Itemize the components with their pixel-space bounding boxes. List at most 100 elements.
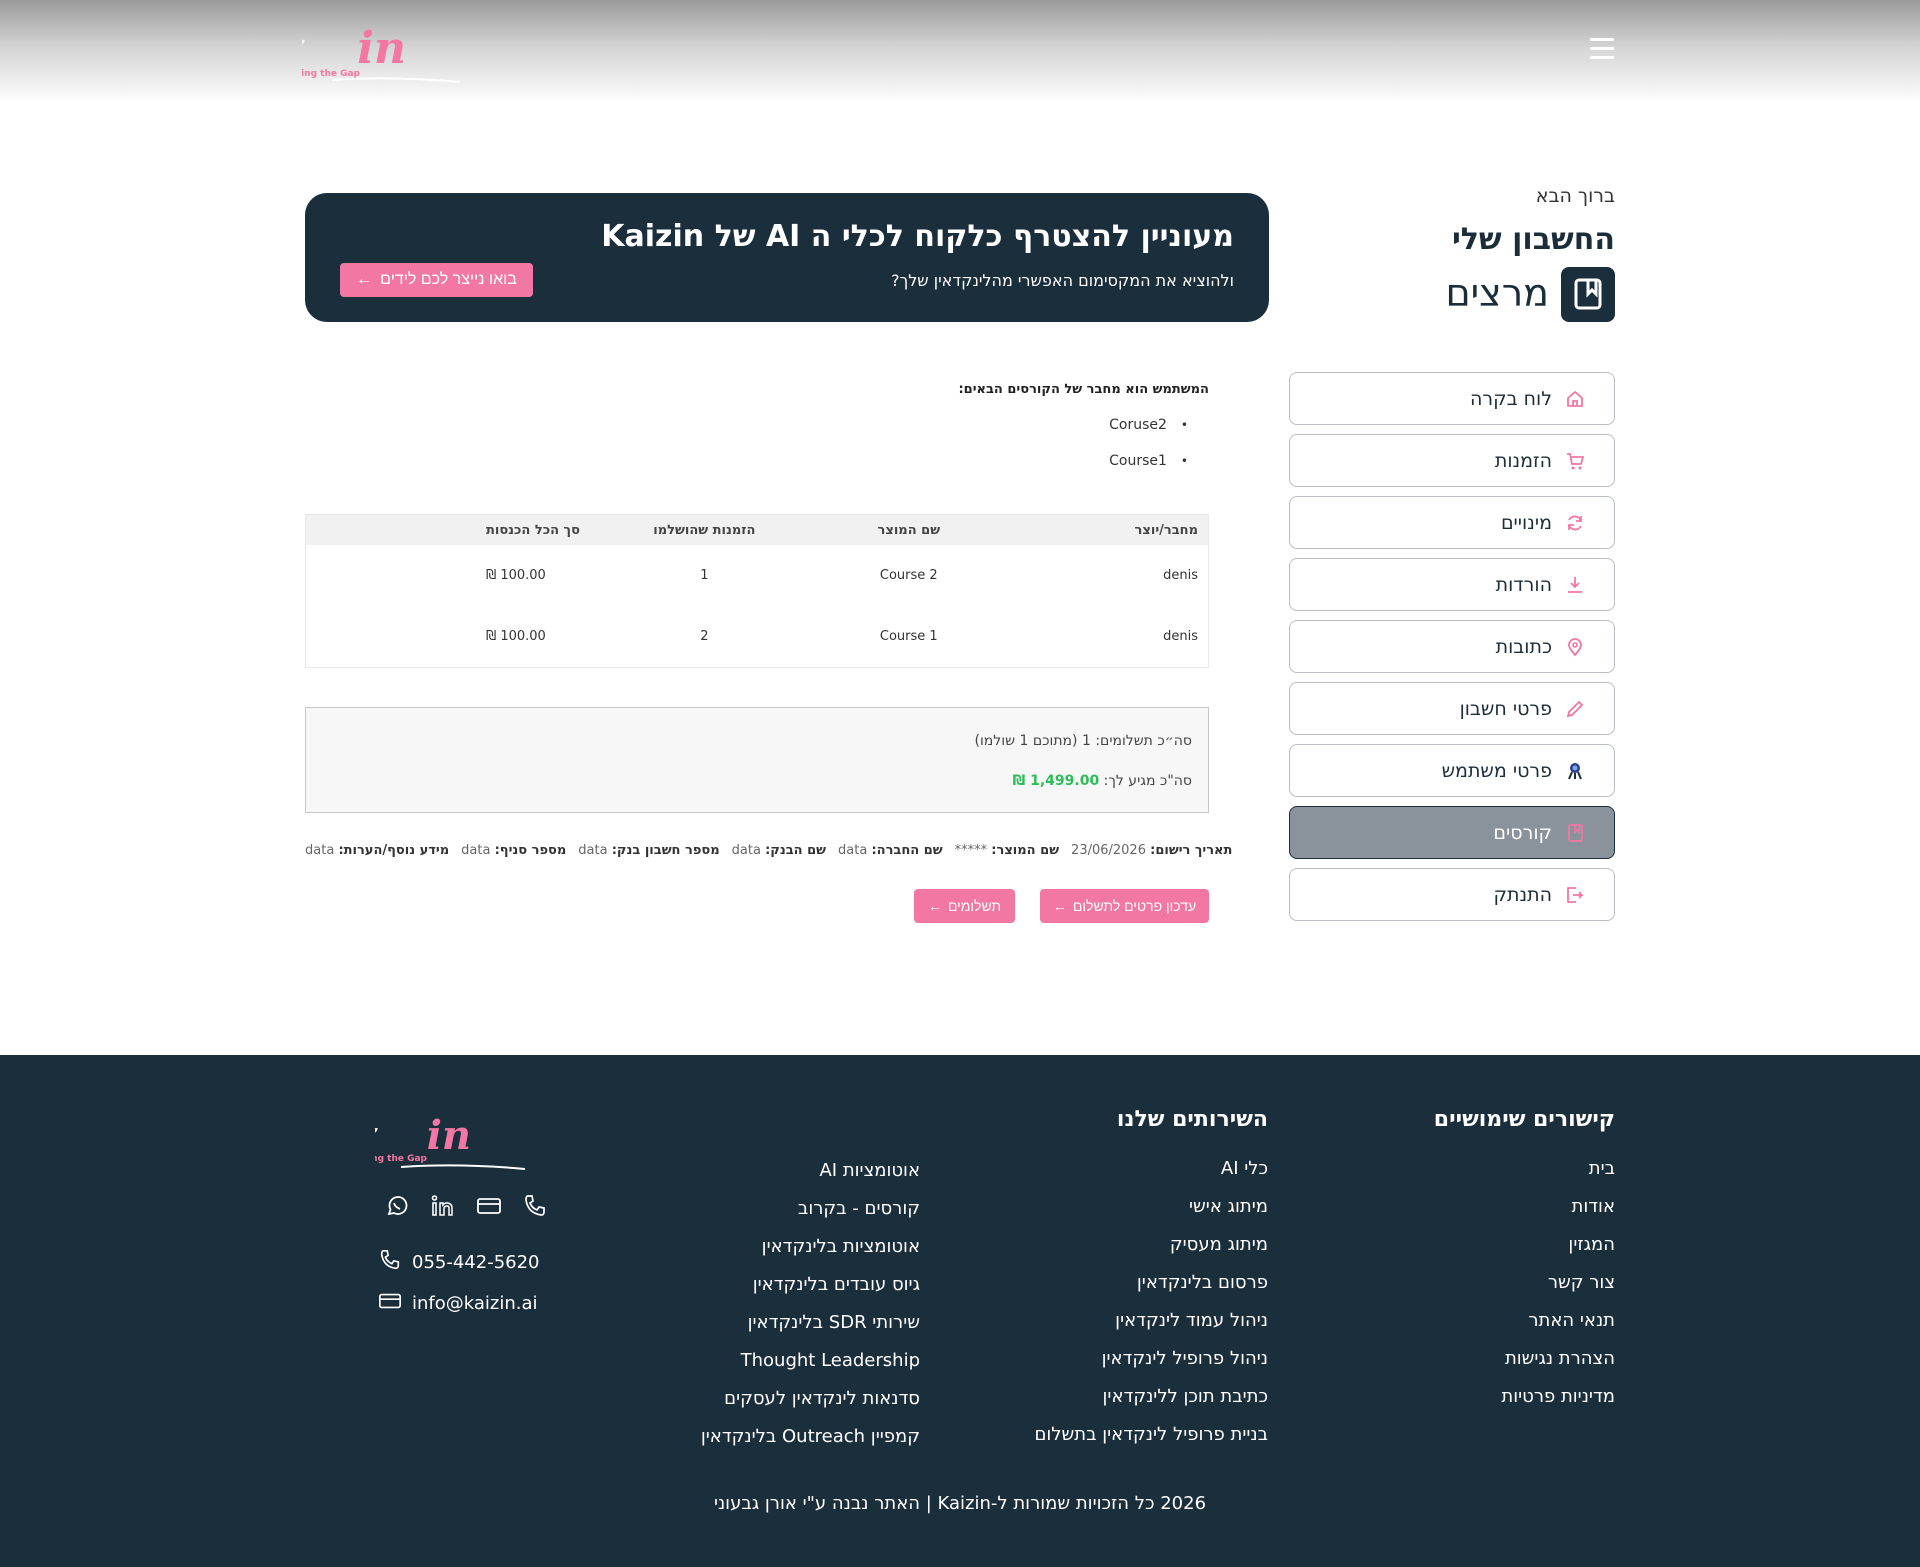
footer-link-about[interactable]: אודות — [1355, 1188, 1616, 1226]
svg-text:Closing the Gap: Closing the Gap — [302, 69, 361, 79]
site-footer: קישורים שימושיים בית אודות המגזין צור קש… — [0, 1055, 1920, 1567]
phone-number: 055-442-5620 — [412, 1252, 540, 1273]
footer-link-contact[interactable]: צור קשר — [1355, 1264, 1615, 1302]
download-icon — [1564, 574, 1586, 596]
whatsapp-icon[interactable] — [384, 1193, 410, 1219]
generate-leads-button[interactable]: בואו נייצר לכם לידים ← — [340, 263, 533, 297]
footer-heading: קישורים שימושיים — [1433, 1107, 1615, 1132]
meta-label: שם המוצר: — [991, 843, 1060, 858]
footer-link-service[interactable]: ניהול עמוד לינקדאין — [948, 1302, 1268, 1340]
email-icon[interactable] — [476, 1193, 502, 1219]
footer-logo[interactable]: Kaiz in Closing the Gap — [277, 1107, 535, 1179]
footer-link-service[interactable]: אוטומציות AI — [600, 1152, 920, 1190]
payments-button[interactable]: תשלומים ← — [914, 889, 1015, 923]
lecturer-book-icon — [1561, 267, 1615, 322]
meta-label: שם הבנק: — [765, 843, 827, 858]
nav-item-label: פרטי חשבון — [1459, 697, 1552, 720]
meta-value: data — [731, 843, 761, 858]
nav-item-addresses[interactable]: כתובות — [1289, 620, 1615, 673]
services-column-2: אוטומציות AI קורסים - בקרוב אוטומציות בל… — [600, 1152, 920, 1456]
meta-value: data — [578, 843, 608, 858]
footer-link-privacy[interactable]: מדיניות פרטיות — [1355, 1378, 1615, 1416]
footer-link-terms[interactable]: תנאי האתר — [1355, 1302, 1615, 1340]
email-icon — [378, 1289, 402, 1318]
nav-item-courses[interactable]: קורסים — [1289, 806, 1615, 859]
footer-link-service[interactable]: ניהול פרופיל לינקדאין — [948, 1340, 1268, 1378]
pencil-icon — [1564, 698, 1586, 720]
nav-item-user-details[interactable]: פרטי משתמש — [1289, 744, 1615, 797]
book-icon — [1564, 822, 1586, 844]
button-label: עדכון פרטים לתשלום — [1072, 898, 1197, 914]
meta-item: מספר חשבון בנק: data — [578, 843, 719, 858]
kaizin-logo[interactable]: Kaiz in Closing the Gap — [193, 18, 472, 90]
column-header: סך הכל הכנסות — [485, 522, 580, 538]
phone-icon[interactable] — [522, 1193, 548, 1219]
footer-link-service[interactable]: קורסים - בקרוב — [600, 1190, 920, 1228]
footer-link-service[interactable]: גיוס עובדים בלינקדאין — [600, 1266, 920, 1304]
welcome-text: ברוך הבא — [1535, 185, 1615, 207]
amount-due: סה"כ מגיע לך: 1,499.00 ₪ — [1013, 773, 1192, 789]
svg-text:in: in — [427, 1112, 471, 1159]
nav-item-dashboard[interactable]: לוח בקרה — [1289, 372, 1615, 425]
useful-links-column: קישורים שימושיים בית אודות המגזין צור קש… — [1355, 1107, 1615, 1416]
nav-item-subscriptions[interactable]: מינויים — [1289, 496, 1615, 549]
arrow-left-icon: ← — [356, 271, 373, 288]
nav-item-label: הורדות — [1495, 573, 1552, 596]
orders-cell: 1 — [700, 568, 709, 583]
footer-link-home[interactable]: בית — [1355, 1150, 1615, 1188]
cart-icon — [1564, 450, 1586, 472]
menu-hamburger-icon[interactable] — [1590, 38, 1614, 60]
footer-email[interactable]: info@kaizin.ai — [378, 1289, 538, 1318]
meta-value: data — [305, 843, 335, 858]
nav-item-logout[interactable]: התנתק — [1289, 868, 1615, 921]
copyright-text: 2026 כל הזכויות שמורות ל-Kaizin | האתר נ… — [713, 1493, 1207, 1514]
nav-item-label: התנתק — [1493, 883, 1552, 906]
footer-link-service[interactable]: כתיבת תוכן ללינקדאין — [948, 1378, 1268, 1416]
meta-item: מספר סניף: data — [461, 843, 566, 858]
footer-link-service[interactable]: מיתוג אישי — [948, 1188, 1268, 1226]
meta-item: תאריך רישום: 23/06/2026 — [1071, 843, 1232, 858]
role-badge: מרצים — [1440, 267, 1615, 323]
footer-phone[interactable]: 055-442-5620 — [378, 1248, 540, 1277]
footer-link-service[interactable]: שירותי SDR בלינקדאין — [600, 1304, 920, 1342]
footer-link-accessibility[interactable]: הצהרת נגישות — [1355, 1340, 1615, 1378]
nav-item-account-details[interactable]: פרטי חשבון — [1289, 682, 1615, 735]
update-payment-details-button[interactable]: עדכון פרטים לתשלום ← — [1040, 889, 1209, 923]
footer-link-magazine[interactable]: המגזין — [1355, 1226, 1615, 1264]
services-column-1: השירותים שלנו כלי AI מיתוג אישי מיתוג מע… — [948, 1107, 1268, 1454]
meta-label: תאריך רישום: — [1150, 843, 1233, 858]
logout-icon — [1564, 884, 1586, 906]
footer-link-service[interactable]: אוטומציות בלינקדאין — [600, 1228, 920, 1266]
meta-item: שם החברה: data — [838, 843, 943, 858]
footer-link-service[interactable]: פרסום בלינקדאין — [948, 1264, 1268, 1302]
revenue-cell: 100.00 ₪ — [485, 629, 546, 644]
footer-link-service[interactable]: בניית פרופיל לינקדאין בתשלום — [948, 1416, 1268, 1454]
table-row: denis Course 1 2 100.00 ₪ — [306, 606, 1208, 667]
meta-value: data — [838, 843, 868, 858]
social-links — [384, 1193, 548, 1219]
email-address: info@kaizin.ai — [412, 1293, 538, 1314]
footer-link-service[interactable]: סדנאות לינקדאין לעסקים — [600, 1380, 920, 1418]
meta-label: מספר חשבון בנק: — [611, 843, 720, 858]
nav-item-label: כתובות — [1495, 635, 1552, 658]
table-header: מחבר/יוצר שם המוצר הזמנות שהושלמו סך הכל… — [306, 515, 1208, 545]
svg-text:in: in — [357, 23, 406, 74]
arrow-left-icon: ← — [927, 898, 942, 914]
role-name: מרצים — [1445, 271, 1549, 315]
course-name: Course1 — [1109, 453, 1167, 469]
account-navigation: לוח בקרה הזמנות מינויים הורדות כתובות פר… — [1289, 372, 1615, 930]
column-header: הזמנות שהושלמו — [653, 522, 756, 538]
footer-link-service[interactable]: Thought Leadership — [600, 1342, 920, 1380]
orders-cell: 2 — [700, 629, 709, 644]
course-name: Coruse2 — [1109, 417, 1167, 433]
footer-link-service[interactable]: מיתוג מעסיק — [948, 1226, 1268, 1264]
authored-courses-heading: המשתמש הוא מחבר של הקורסים הבאים: — [958, 382, 1209, 397]
nav-item-downloads[interactable]: הורדות — [1289, 558, 1615, 611]
author-cell: denis — [1163, 568, 1198, 583]
linkedin-icon[interactable] — [430, 1193, 456, 1219]
meta-item: שם הבנק: data — [732, 843, 826, 858]
footer-link-service[interactable]: כלי AI — [948, 1150, 1268, 1188]
footer-link-service[interactable]: קמפיין Outreach בלינקדאין — [600, 1418, 920, 1456]
nav-item-orders[interactable]: הזמנות — [1289, 434, 1615, 487]
nav-item-label: לוח בקרה — [1469, 387, 1552, 410]
